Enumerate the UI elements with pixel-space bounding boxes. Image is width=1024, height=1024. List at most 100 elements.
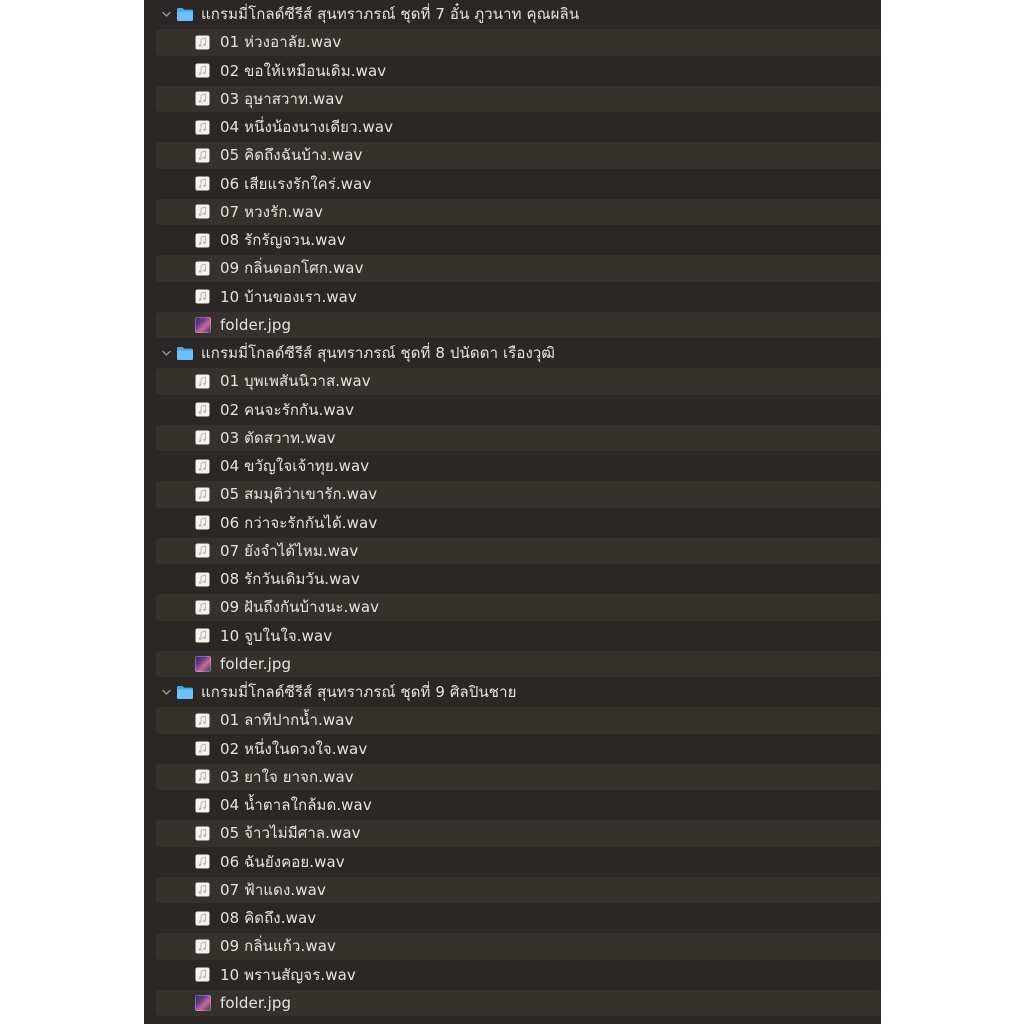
audio-file-row[interactable]: 04 หนึ่งน้องนางเดียว.wav — [144, 113, 881, 141]
audio-file-row[interactable]: 08 รักรัญจวน.wav — [144, 226, 881, 254]
file-name: 07 ฟ้าแดง.wav — [220, 880, 326, 899]
audio-file-row[interactable]: 03 อุษาสวาท.wav — [144, 85, 881, 113]
audio-file-row[interactable]: 09 กลิ่นแก้ว.wav — [144, 932, 881, 960]
file-name: 03 ยาใจ ยาจก.wav — [220, 767, 354, 786]
audio-file-row[interactable]: 05 จ้าวไม่มีศาล.wav — [144, 819, 881, 847]
audio-file-icon — [195, 515, 210, 530]
audio-file-row[interactable]: 01 ลาทีปากน้ำ.wav — [144, 706, 881, 734]
file-name: 01 ห่วงอาลัย.wav — [220, 33, 342, 52]
audio-file-icon — [195, 204, 210, 219]
file-name: 01 ลาทีปากน้ำ.wav — [220, 711, 354, 730]
folder-name: แกรมมี่โกลด์ซีรีส์ สุนทราภรณ์ ชุดที่ 7 อ… — [201, 5, 580, 24]
file-list-panel: แกรมมี่โกลด์ซีรีส์ สุนทราภรณ์ ชุดที่ 7 อ… — [144, 0, 881, 1024]
audio-file-row[interactable]: 09 กลิ่นดอกโศก.wav — [144, 254, 881, 282]
audio-file-icon — [195, 628, 210, 643]
image-file-row[interactable]: folder.jpg — [144, 989, 881, 1017]
image-thumbnail-icon — [195, 316, 211, 333]
audio-file-row[interactable]: 03 ตัดสวาท.wav — [144, 424, 881, 452]
file-name: 09 กลิ่นดอกโศก.wav — [220, 259, 364, 278]
audio-file-row[interactable]: 02 ขอให้เหมือนเดิม.wav — [144, 57, 881, 85]
audio-file-icon — [195, 769, 210, 784]
file-name: 01 บุพเพสันนิวาส.wav — [220, 372, 371, 391]
audio-file-row[interactable]: 10 จูบในใจ.wav — [144, 622, 881, 650]
audio-file-icon — [195, 911, 210, 926]
folder-name: แกรมมี่โกลด์ซีรีส์ สุนทราภรณ์ ชุดที่ 9 ศ… — [201, 683, 517, 702]
audio-file-row[interactable]: 07 ยังจำได้ไหม.wav — [144, 537, 881, 565]
audio-file-row[interactable]: 02 คนจะรักกัน.wav — [144, 396, 881, 424]
audio-file-row[interactable]: 01 บุพเพสันนิวาส.wav — [144, 367, 881, 395]
file-name: 02 หนึ่งในดวงใจ.wav — [220, 739, 368, 758]
file-name: 10 บ้านของเรา.wav — [220, 287, 357, 306]
audio-file-row[interactable]: 08 คิดถึง.wav — [144, 904, 881, 932]
image-thumbnail-icon — [195, 655, 211, 672]
audio-file-row[interactable]: 10 บ้านของเรา.wav — [144, 283, 881, 311]
file-name: 02 ขอให้เหมือนเดิม.wav — [220, 61, 387, 80]
audio-file-icon — [195, 967, 210, 982]
file-name: 09 กลิ่นแก้ว.wav — [220, 937, 336, 956]
folder-icon — [176, 7, 194, 22]
audio-file-icon — [195, 600, 210, 615]
file-name: 03 อุษาสวาท.wav — [220, 89, 344, 108]
file-name: 07 ยังจำได้ไหม.wav — [220, 541, 359, 560]
audio-file-row[interactable]: 03 ยาใจ ยาจก.wav — [144, 763, 881, 791]
file-name: 06 กว่าจะรักกันได้.wav — [220, 513, 378, 532]
audio-file-icon — [195, 35, 210, 50]
file-name: 04 หนึ่งน้องนางเดียว.wav — [220, 118, 394, 137]
audio-file-row[interactable]: 10 พรานสัญจร.wav — [144, 961, 881, 989]
audio-file-icon — [195, 233, 210, 248]
file-name: 07 หวงรัก.wav — [220, 202, 323, 221]
file-name: 03 ตัดสวาท.wav — [220, 428, 336, 447]
audio-file-row[interactable]: 04 ขวัญใจเจ้าทุย.wav — [144, 452, 881, 480]
audio-file-row[interactable]: 04 น้ำตาลใกล้มด.wav — [144, 791, 881, 819]
audio-file-row[interactable]: 08 รักวันเดิมวัน.wav — [144, 565, 881, 593]
chevron-down-icon[interactable] — [160, 347, 172, 359]
folder-row[interactable]: แกรมมี่โกลด์ซีรีส์ สุนทราภรณ์ ชุดที่ 8 ป… — [144, 339, 881, 367]
audio-file-icon — [195, 713, 210, 728]
audio-file-row[interactable]: 09 ฝันถึงกันบ้างนะ.wav — [144, 593, 881, 621]
folder-icon — [176, 346, 194, 361]
image-file-row[interactable]: folder.jpg — [144, 650, 881, 678]
audio-file-icon — [195, 261, 210, 276]
audio-file-icon — [195, 148, 210, 163]
image-file-row[interactable]: folder.jpg — [144, 311, 881, 339]
audio-file-row[interactable]: 06 กว่าจะรักกันได้.wav — [144, 509, 881, 537]
audio-file-row[interactable]: 06 ฉันยังคอย.wav — [144, 848, 881, 876]
file-name: 08 รักรัญจวน.wav — [220, 231, 346, 250]
file-list: แกรมมี่โกลด์ซีรีส์ สุนทราภรณ์ ชุดที่ 7 อ… — [144, 0, 881, 1017]
audio-file-row[interactable]: 02 หนึ่งในดวงใจ.wav — [144, 735, 881, 763]
folder-row[interactable]: แกรมมี่โกลด์ซีรีส์ สุนทราภรณ์ ชุดที่ 9 ศ… — [144, 678, 881, 706]
audio-file-icon — [195, 176, 210, 191]
audio-file-row[interactable]: 05 คิดถึงฉันบ้าง.wav — [144, 141, 881, 169]
audio-file-icon — [195, 459, 210, 474]
audio-file-icon — [195, 826, 210, 841]
audio-file-icon — [195, 939, 210, 954]
audio-file-icon — [195, 120, 210, 135]
folder-row[interactable]: แกรมมี่โกลด์ซีรีส์ สุนทราภรณ์ ชุดที่ 7 อ… — [144, 0, 881, 28]
file-name: 05 สมมุติว่าเขารัก.wav — [220, 485, 378, 504]
audio-file-icon — [195, 374, 210, 389]
audio-file-icon — [195, 854, 210, 869]
folder-icon — [176, 685, 194, 700]
file-name: 06 เสียแรงรักใคร่.wav — [220, 174, 372, 193]
file-name: 08 คิดถึง.wav — [220, 909, 317, 928]
file-name: folder.jpg — [220, 993, 292, 1012]
audio-file-row[interactable]: 05 สมมุติว่าเขารัก.wav — [144, 480, 881, 508]
file-name: folder.jpg — [220, 315, 292, 334]
file-name: 05 คิดถึงฉันบ้าง.wav — [220, 146, 363, 165]
file-name: 02 คนจะรักกัน.wav — [220, 400, 355, 419]
file-name: 10 จูบในใจ.wav — [220, 626, 333, 645]
audio-file-row[interactable]: 07 หวงรัก.wav — [144, 198, 881, 226]
audio-file-icon — [195, 430, 210, 445]
file-name: 08 รักวันเดิมวัน.wav — [220, 570, 360, 589]
file-name: 06 ฉันยังคอย.wav — [220, 852, 345, 871]
audio-file-row[interactable]: 06 เสียแรงรักใคร่.wav — [144, 170, 881, 198]
file-name: 10 พรานสัญจร.wav — [220, 965, 356, 984]
audio-file-row[interactable]: 07 ฟ้าแดง.wav — [144, 876, 881, 904]
audio-file-row[interactable]: 01 ห่วงอาลัย.wav — [144, 28, 881, 56]
audio-file-icon — [195, 289, 210, 304]
file-name: 04 ขวัญใจเจ้าทุย.wav — [220, 457, 370, 476]
audio-file-icon — [195, 91, 210, 106]
audio-file-icon — [195, 572, 210, 587]
chevron-down-icon[interactable] — [160, 686, 172, 698]
chevron-down-icon[interactable] — [160, 8, 172, 20]
